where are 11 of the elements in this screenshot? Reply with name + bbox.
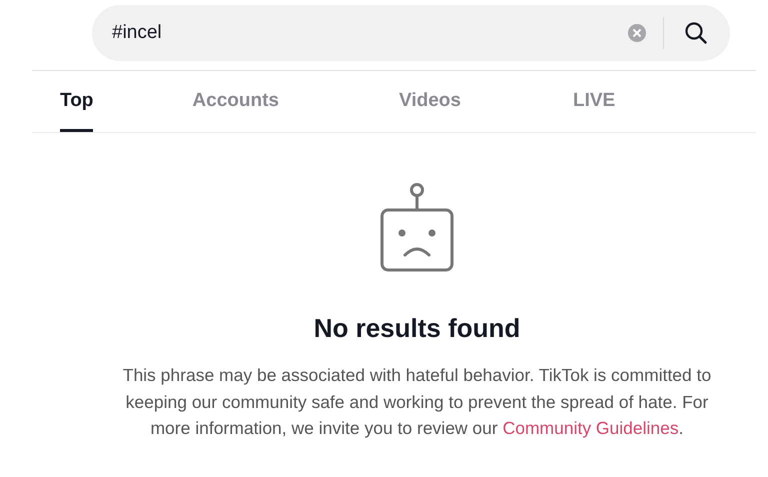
- empty-state-title: No results found: [314, 312, 520, 345]
- sad-robot-icon: [380, 183, 454, 273]
- search-icon[interactable]: [684, 21, 708, 45]
- tab[interactable]: Top: [60, 86, 94, 132]
- tab[interactable]: Videos: [399, 86, 461, 132]
- empty-state-message: This phrase may be associated with hateful behavior. TikTok is committed to keeping our community safe and working to prevent the spread of hate. For more information, we invite you to review our Community Guidelines.: [122, 364, 712, 440]
- search-input[interactable]: #incel: [112, 18, 627, 48]
- guidelines-link[interactable]: Community Guidelines: [502, 418, 679, 438]
- tab[interactable]: Accounts: [192, 86, 279, 132]
- search-field[interactable]: #incel: [92, 5, 730, 61]
- tab[interactable]: LIVE: [572, 86, 616, 132]
